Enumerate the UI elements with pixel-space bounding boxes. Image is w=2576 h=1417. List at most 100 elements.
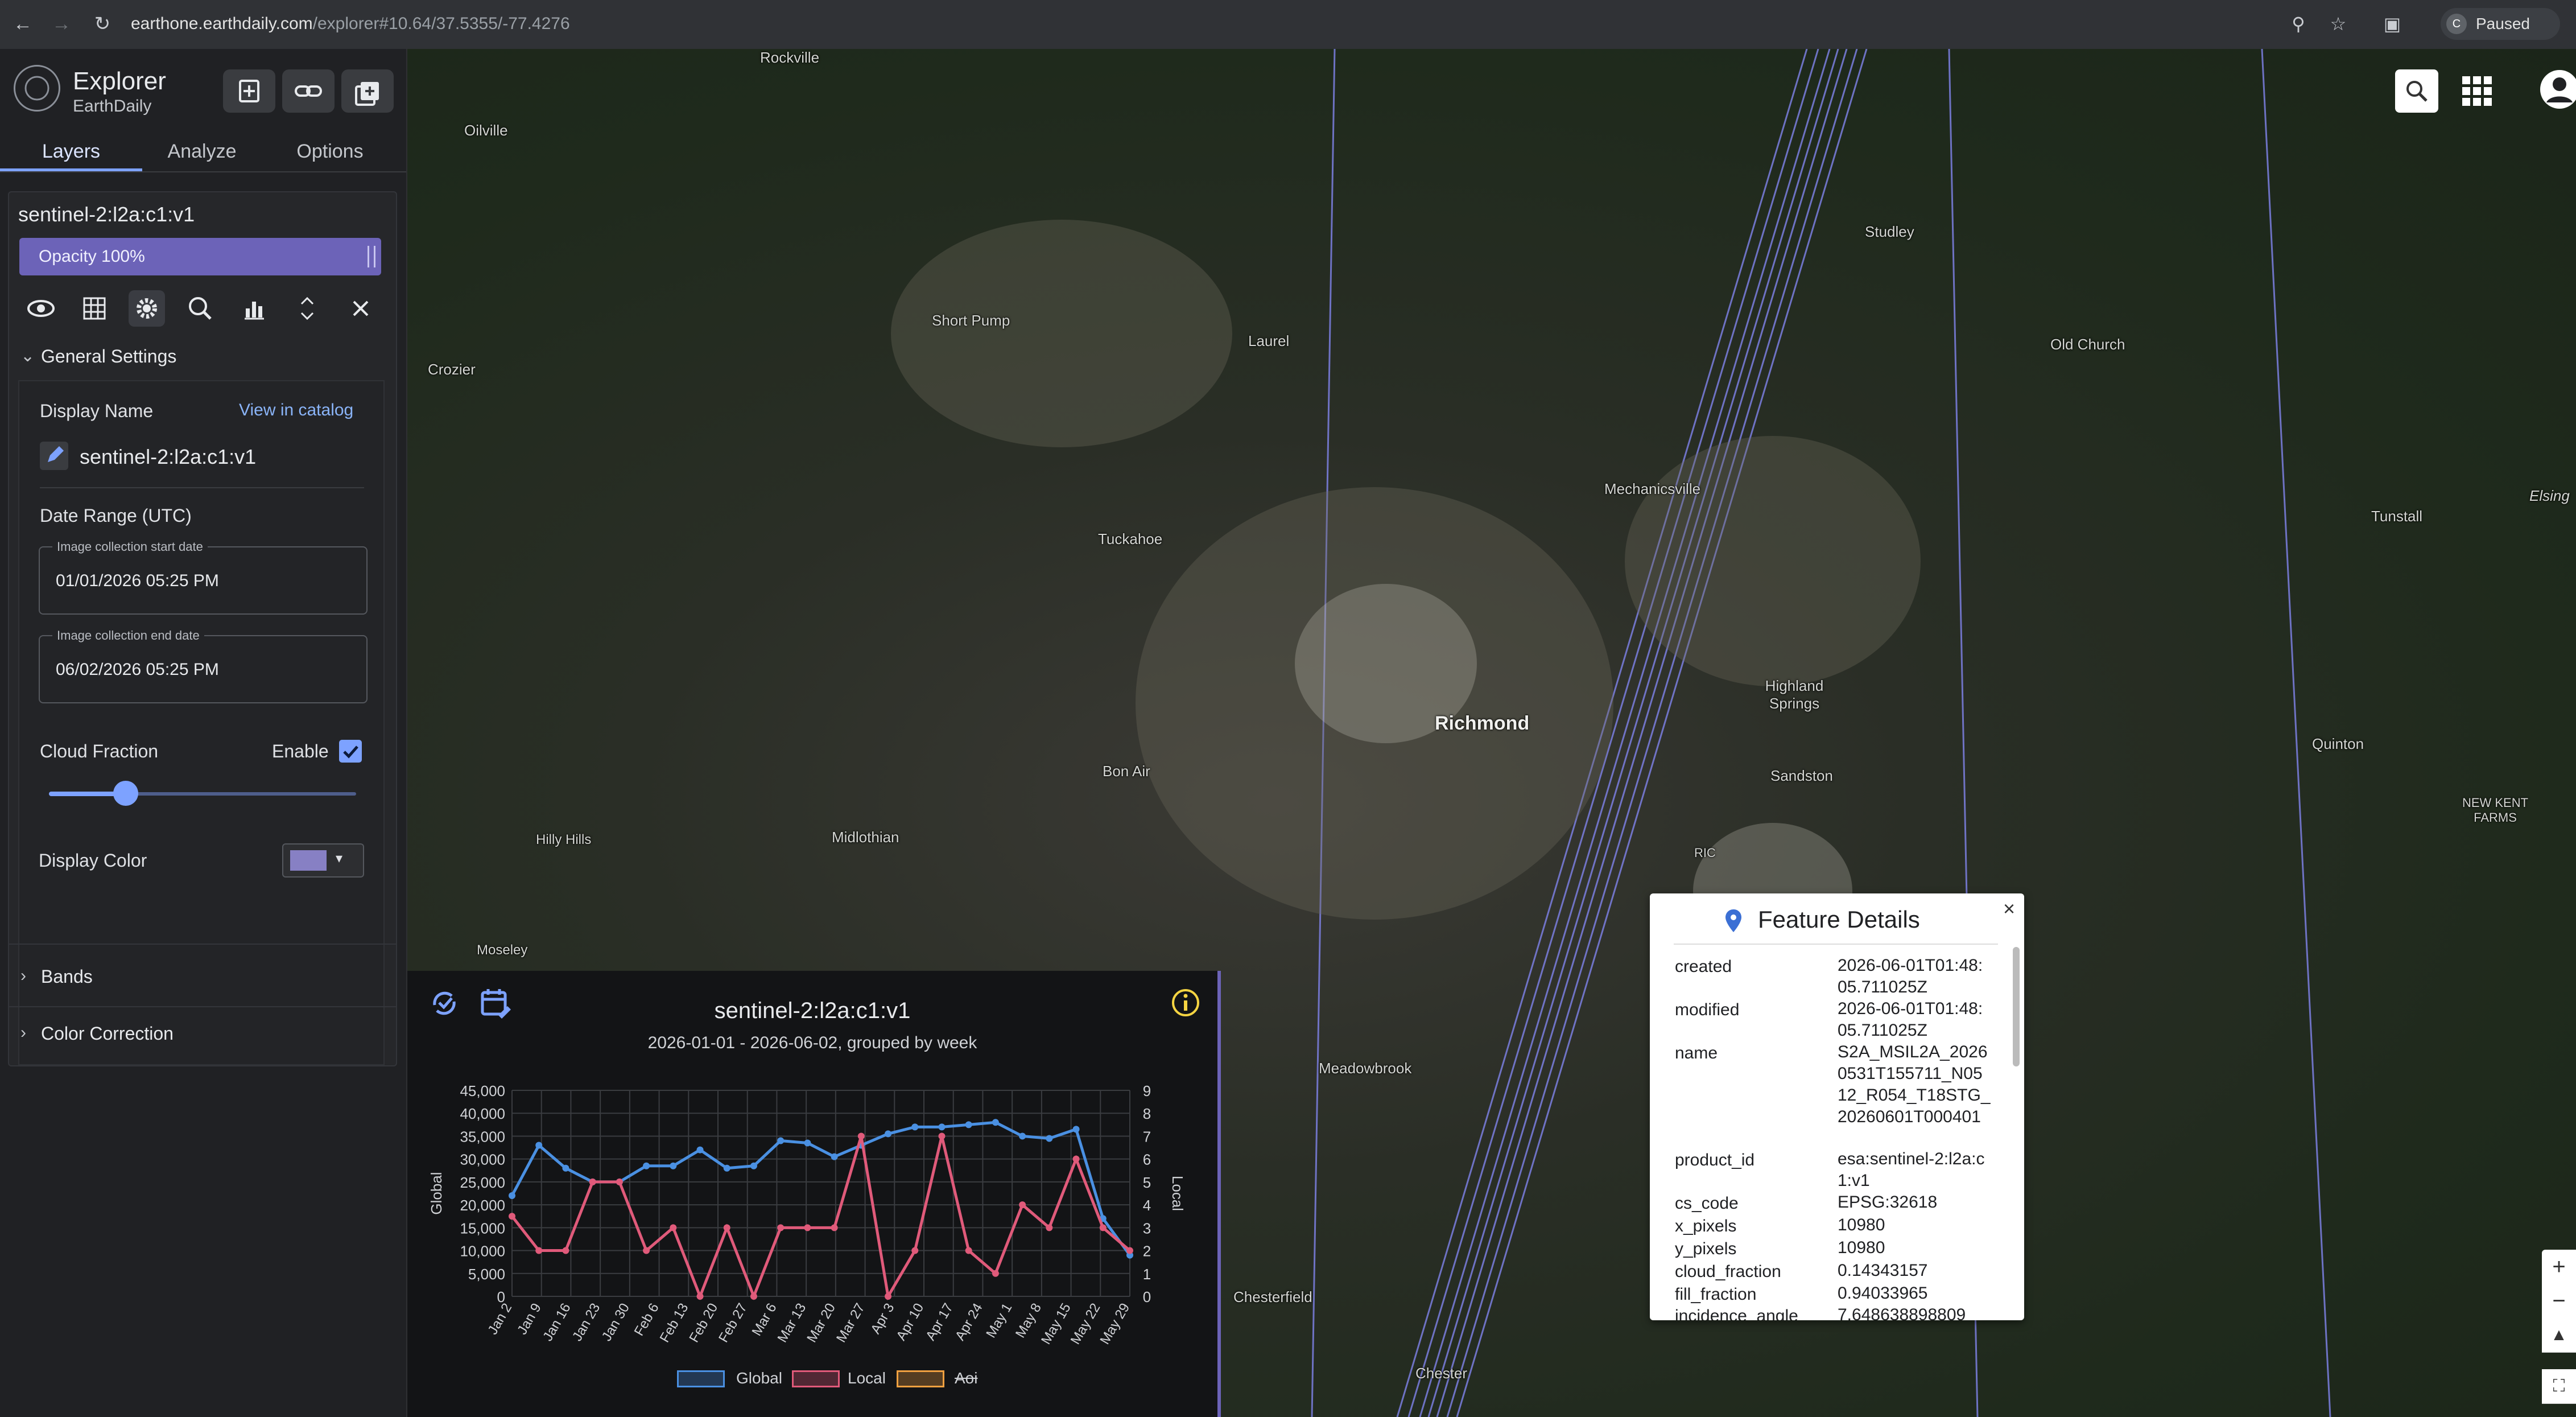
bands-divider <box>9 944 396 945</box>
cloud-fraction-thumb[interactable] <box>113 781 138 806</box>
enable-label: Enable <box>272 741 329 761</box>
search-layer-icon[interactable] <box>182 290 218 327</box>
profile-button[interactable]: C Paused <box>2441 8 2560 40</box>
color-correction-section[interactable]: Color Correction <box>41 1023 174 1044</box>
time-series-chart: 0 5,000 10,000 15,000 20,000 25,000 30,000 35,0… <box>428 1082 1186 1347</box>
legend-swatch-global[interactable] <box>677 1370 725 1387</box>
address-bar[interactable]: earthone.earthdaily.com/explorer#10.64/3… <box>131 10 2122 38</box>
display-name-value[interactable]: sentinel-2:l2a:c1:v1 <box>80 445 256 469</box>
opacity-slider[interactable]: Opacity 100% <box>19 238 381 275</box>
zoom-out-button[interactable]: − <box>2542 1284 2576 1319</box>
data-point-global <box>535 1142 543 1149</box>
start-date-field[interactable]: Image collection start date 01/01/2026 0… <box>39 539 368 615</box>
map-label: Old Church <box>2050 336 2125 353</box>
display-name-divider <box>40 487 364 488</box>
data-point-local <box>670 1224 677 1231</box>
data-point-local <box>535 1247 543 1254</box>
opacity-handle[interactable] <box>368 246 375 267</box>
color-swatch <box>290 850 327 871</box>
map-label: Elsing <box>2529 487 2570 504</box>
data-point-local <box>777 1224 785 1231</box>
share-link-button[interactable] <box>282 69 335 113</box>
enable-checkbox[interactable] <box>339 740 362 763</box>
fd-key: name <box>1675 1044 1718 1062</box>
fullscreen-icon[interactable]: ⛶ <box>2542 1369 2576 1404</box>
reload-icon[interactable]: ↻ <box>91 13 114 35</box>
y-axis-label: Global <box>428 1172 445 1214</box>
compass-icon[interactable]: ▲ <box>2542 1318 2576 1353</box>
remove-layer-icon[interactable] <box>342 290 379 327</box>
chart-icon[interactable] <box>236 290 272 327</box>
map-label: Highland Springs <box>1765 677 1824 712</box>
data-point-local <box>509 1213 515 1220</box>
tab-options[interactable]: Options <box>262 134 398 168</box>
profile-status: Paused <box>2476 15 2530 32</box>
data-point-global <box>885 1130 892 1138</box>
x-tick-label: May 8 <box>1013 1301 1045 1341</box>
reorder-icon[interactable] <box>289 290 325 327</box>
display-color-picker[interactable]: ▾ <box>282 843 364 878</box>
fd-key: y_pixels <box>1675 1239 1737 1258</box>
y-tick-label: 10,000 <box>460 1243 505 1260</box>
fd-key: modified <box>1675 1000 1740 1019</box>
tab-divider <box>0 171 406 172</box>
general-settings-header[interactable]: General Settings <box>41 346 176 367</box>
legend-swatch-local[interactable] <box>792 1370 840 1387</box>
view-in-catalog-link[interactable]: View in catalog <box>239 401 353 420</box>
settings-gear-icon[interactable] <box>129 290 165 327</box>
x-tick-label: Mar 13 <box>775 1301 810 1345</box>
map-search-button[interactable] <box>2395 69 2438 113</box>
chart-title: sentinel-2:l2a:c1:v1 <box>714 998 911 1023</box>
chevron-down-icon[interactable]: ⌄ <box>20 346 35 366</box>
series-line-local <box>511 1135 1131 1301</box>
y-tick-label: 45,000 <box>460 1082 505 1099</box>
close-icon[interactable]: × <box>2003 897 2015 921</box>
zoom-in-button[interactable]: + <box>2542 1250 2576 1284</box>
general-settings-panel: Display Name View in catalog sentinel-2:… <box>18 380 385 1065</box>
chart-subtitle: 2026-01-01 - 2026-06-02, grouped by week <box>647 1033 977 1052</box>
legend-label-local[interactable]: Local <box>848 1369 886 1387</box>
fd-key: cs_code <box>1675 1194 1739 1213</box>
tab-layers[interactable]: Layers <box>0 134 142 171</box>
x-tick-label: Apr 24 <box>952 1301 986 1344</box>
fd-key: created <box>1675 957 1732 976</box>
add-workspace-button[interactable] <box>341 69 394 113</box>
data-point-global <box>696 1146 704 1154</box>
data-point-global <box>670 1162 677 1169</box>
map-label: Midlothian <box>832 829 899 846</box>
data-point-local <box>911 1247 919 1254</box>
legend-label-global[interactable]: Global <box>736 1369 782 1387</box>
visibility-eye-icon[interactable] <box>23 290 59 327</box>
apps-grid-icon[interactable] <box>2459 73 2495 109</box>
y-tick-label: 30,000 <box>460 1151 505 1168</box>
forward-icon[interactable]: → <box>50 13 73 35</box>
end-date-field[interactable]: Image collection end date 06/02/2026 05:… <box>39 628 368 703</box>
fd-value: esa:sentinel-2:l2a:c1:v1 <box>1838 1150 1985 1190</box>
back-icon[interactable]: ← <box>11 13 34 35</box>
feature-details-divider <box>1674 944 1998 945</box>
add-layer-button[interactable] <box>223 69 275 113</box>
tab-analyze[interactable]: Analyze <box>142 134 262 168</box>
grid-icon[interactable] <box>76 290 113 327</box>
edit-pencil-icon[interactable] <box>40 442 68 470</box>
legend-label-aoi[interactable]: Aoi <box>955 1369 977 1387</box>
explorer-logo-icon <box>14 65 60 112</box>
legend-swatch-aoi[interactable] <box>897 1370 944 1387</box>
scrollbar[interactable] <box>2013 947 2020 1066</box>
x-tick-label: Mar 6 <box>749 1301 780 1339</box>
extensions-icon[interactable]: ▣ <box>2381 13 2404 35</box>
x-tick-label: Feb 27 <box>716 1301 750 1345</box>
zoom-icon[interactable]: ⚲ <box>2287 13 2310 35</box>
data-point-local <box>589 1178 596 1185</box>
fd-value: EPSG:32618 <box>1838 1193 1938 1212</box>
y-tick-label: 40,000 <box>460 1105 505 1122</box>
bands-section[interactable]: Bands <box>41 966 93 987</box>
account-avatar-icon[interactable] <box>2538 68 2576 110</box>
chevron-right-icon[interactable]: › <box>20 1023 26 1043</box>
chevron-right-icon[interactable]: › <box>20 966 26 986</box>
map-label: Quinton <box>2312 735 2364 752</box>
bookmark-star-icon[interactable]: ☆ <box>2327 13 2350 35</box>
map-label: Bon Air <box>1103 763 1150 780</box>
y-tick-label: 15,000 <box>460 1220 505 1237</box>
data-point-local <box>804 1224 811 1231</box>
